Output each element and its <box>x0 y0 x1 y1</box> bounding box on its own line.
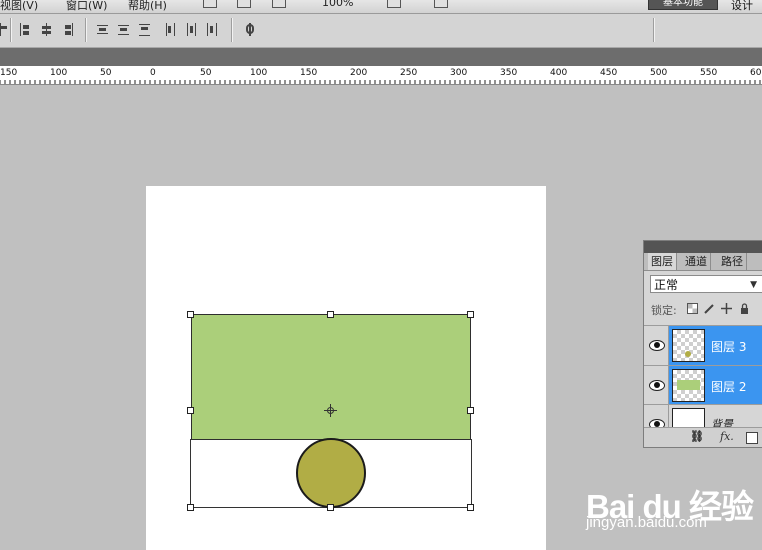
ruler-label: 300 <box>450 68 467 78</box>
watermark-url: jingyan.baidu.com <box>586 514 707 531</box>
ruler-label: 100 <box>250 68 267 78</box>
ruler-label: 150 <box>0 68 17 78</box>
visibility-toggle[interactable] <box>644 366 669 405</box>
horizontal-ruler: 150 100 50 0 50 100 150 200 250 300 350 400 450 500 55… <box>0 66 762 85</box>
panel-footer: ⛓ fx. <box>644 427 762 447</box>
tab-channels[interactable]: 通道 <box>682 253 711 270</box>
align-vertical-centers-icon[interactable] <box>41 23 52 36</box>
transform-handle-left[interactable] <box>187 407 194 414</box>
menu-view[interactable]: 视图(V) <box>0 0 38 13</box>
lock-transparent-pixels-icon[interactable] <box>687 303 698 314</box>
separator <box>653 18 655 42</box>
separator <box>10 18 12 42</box>
lock-position-icon[interactable] <box>721 303 732 314</box>
distribute-vertical-centers-icon[interactable] <box>118 23 129 36</box>
ruler-label: 200 <box>350 68 367 78</box>
lock-row: 锁定: <box>644 299 762 319</box>
ruler-label: 250 <box>400 68 417 78</box>
transform-handle-top[interactable] <box>327 311 334 318</box>
fx-icon[interactable]: fx. <box>720 430 734 443</box>
distribute-right-icon[interactable] <box>206 23 217 36</box>
ruler-label: 150 <box>300 68 317 78</box>
transform-handle-right[interactable] <box>467 407 474 414</box>
blend-mode-value: 正常 <box>654 278 679 292</box>
ruler-ticks: 150 100 50 0 50 100 150 200 250 300 350 400 450 500 55… <box>0 68 762 84</box>
transform-handle-top-left[interactable] <box>187 311 194 318</box>
view-extras-icon[interactable] <box>272 0 286 8</box>
rectangle-thumbnail-mark <box>677 380 700 390</box>
ruler-label: 0 <box>150 68 156 78</box>
lock-image-pixels-icon[interactable] <box>704 303 715 314</box>
visibility-toggle[interactable] <box>644 326 669 365</box>
ruler-label: 100 <box>50 68 67 78</box>
baidu-jingyan-watermark: Bai du 经验 jingyan.baidu.com <box>586 480 762 550</box>
eye-icon[interactable] <box>649 380 665 391</box>
bridge-icon[interactable] <box>203 0 217 8</box>
workspace-design[interactable]: 设计 <box>731 0 753 13</box>
ruler-label: 600 <box>750 68 762 78</box>
panel-titlebar[interactable] <box>644 241 762 253</box>
ruler-label: 50 <box>100 68 112 78</box>
transform-handle-bottom-left[interactable] <box>187 504 194 511</box>
distribute-bottom-icon[interactable] <box>139 23 150 36</box>
ruler-label: 500 <box>650 68 667 78</box>
ruler-label: 350 <box>500 68 517 78</box>
green-rectangle-shape[interactable] <box>191 314 471 440</box>
separator <box>85 18 87 42</box>
arrange-documents-icon[interactable] <box>387 0 401 8</box>
auto-align-layers-icon[interactable] <box>243 23 257 36</box>
circle-thumbnail-mark <box>685 351 691 357</box>
screen-mode-icon[interactable] <box>434 0 448 8</box>
layer-thumbnail <box>672 329 705 362</box>
add-mask-icon[interactable] <box>746 432 758 444</box>
transform-handle-bottom[interactable] <box>327 504 334 511</box>
transform-handle-bottom-right[interactable] <box>467 504 474 511</box>
align-top-edges-icon[interactable] <box>20 23 31 36</box>
olive-circle-shape[interactable] <box>296 438 366 508</box>
layer-row-3[interactable]: 图层 3 <box>644 325 762 365</box>
ruler-label: 400 <box>550 68 567 78</box>
menu-bar: 视图(V) 窗口(W) 帮助(H) 100% 基本功能 设计 <box>0 0 762 14</box>
workspace-button[interactable]: 基本功能 <box>648 0 718 10</box>
menu-window[interactable]: 窗口(W) <box>66 0 107 13</box>
document-tab-strip <box>0 48 762 66</box>
align-bottom-edges-icon[interactable] <box>62 23 73 36</box>
layer-thumbnail <box>672 369 705 402</box>
chevron-down-icon: ▼ <box>750 280 757 290</box>
separator <box>231 18 233 42</box>
tab-paths[interactable]: 路径 <box>718 253 747 270</box>
reference-point-icon[interactable] <box>324 404 337 417</box>
transform-handle-top-right[interactable] <box>467 311 474 318</box>
layers-panel: 图层 通道 路径 正常 ▼ 锁定: 图层 3 图层 2 背景 ⛓ fx. <box>643 240 762 448</box>
distribute-horizontal-centers-icon[interactable] <box>186 23 197 36</box>
link-layers-icon[interactable]: ⛓ <box>690 430 704 443</box>
ruler-label: 450 <box>600 68 617 78</box>
layer-name[interactable]: 图层 2 <box>711 378 746 395</box>
panel-tabs: 图层 通道 路径 <box>644 253 762 271</box>
menu-help[interactable]: 帮助(H) <box>128 0 167 13</box>
distribute-top-icon[interactable] <box>97 23 108 36</box>
blend-mode-select[interactable]: 正常 ▼ <box>650 275 762 293</box>
options-bar <box>0 14 762 48</box>
tab-layers[interactable]: 图层 <box>648 253 677 270</box>
layer-name[interactable]: 图层 3 <box>711 338 746 355</box>
distribute-left-icon[interactable] <box>165 23 176 36</box>
eye-icon[interactable] <box>649 340 665 351</box>
minibridge-icon[interactable] <box>237 0 251 8</box>
ruler-label: 50 <box>200 68 212 78</box>
lock-label: 锁定: <box>651 304 677 317</box>
layer-row-2[interactable]: 图层 2 <box>644 365 762 405</box>
zoom-level[interactable]: 100% <box>322 0 353 9</box>
lock-all-icon[interactable] <box>739 303 750 314</box>
ruler-label: 550 <box>700 68 717 78</box>
